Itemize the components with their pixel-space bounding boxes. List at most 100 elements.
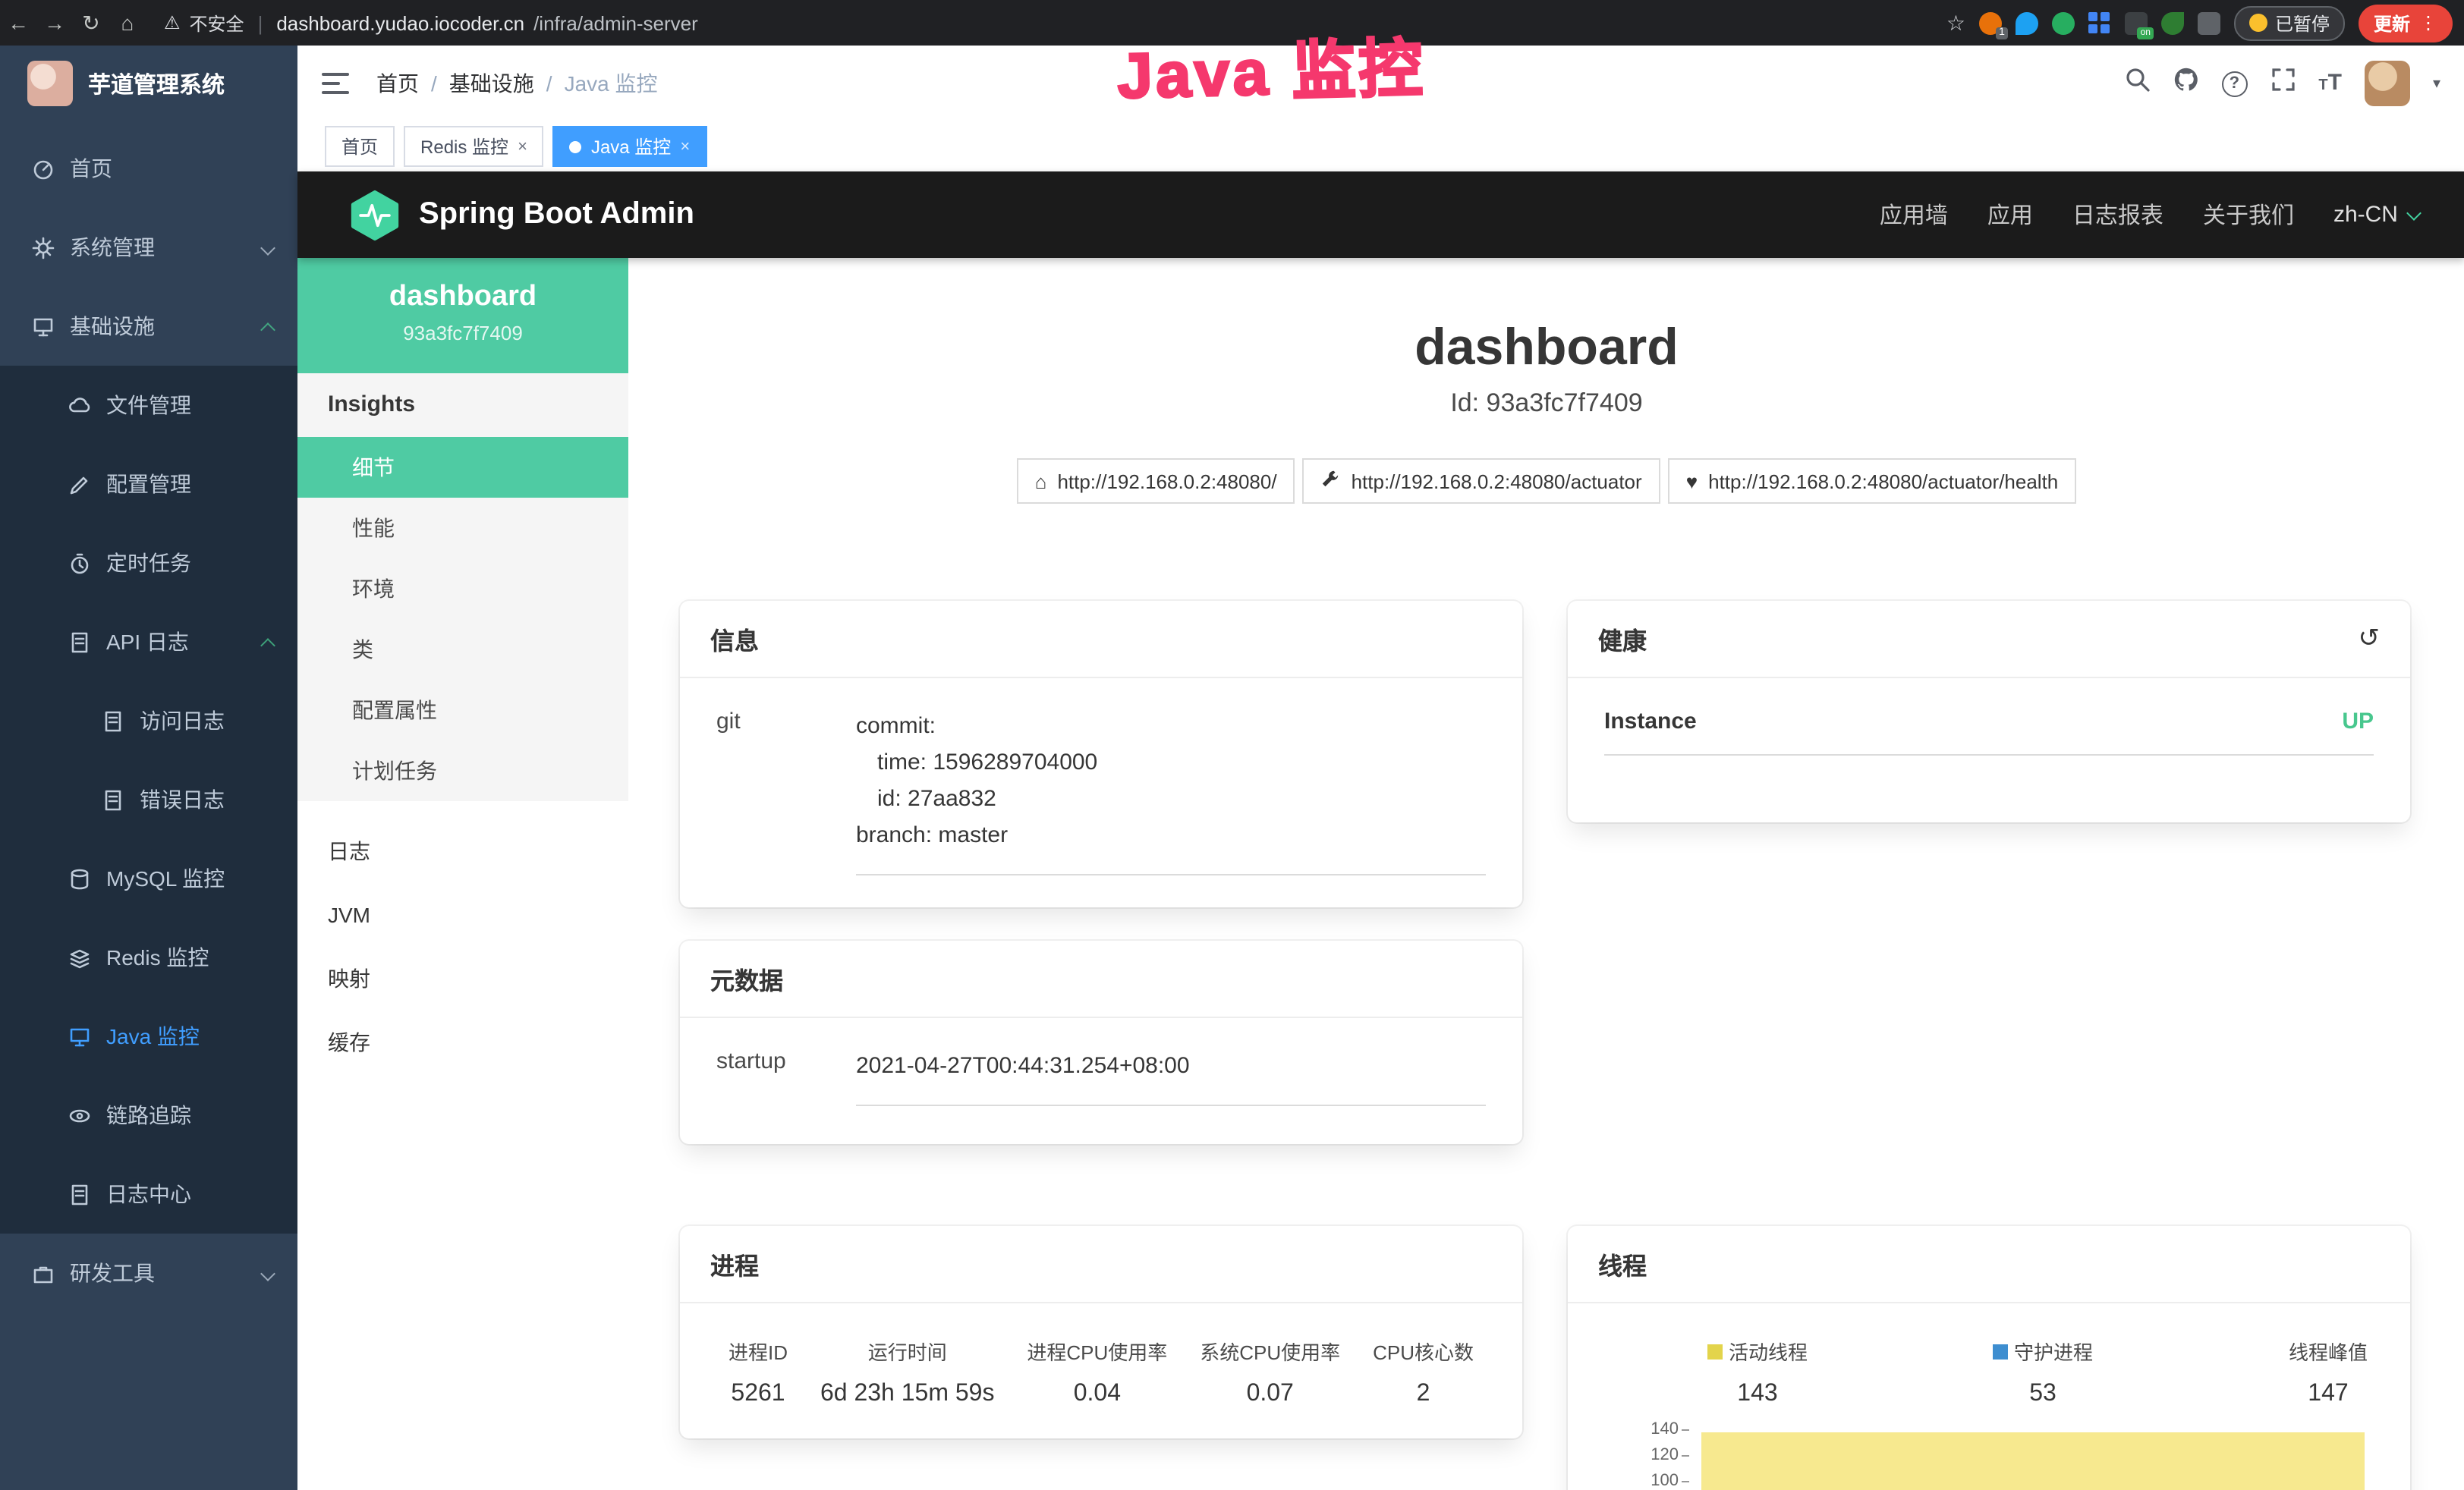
health-url-link[interactable]: ♥ http://192.168.0.2:48080/actuator/heal… <box>1668 458 2077 504</box>
sidebar-item-dev-tools[interactable]: 研发工具 <box>0 1234 297 1312</box>
sidebar-item-label: 定时任务 <box>106 548 191 578</box>
instance-nav-logs[interactable]: 日志 <box>297 819 628 883</box>
user-avatar[interactable] <box>2365 61 2410 106</box>
sidebar-item-api-log[interactable]: API 日志 <box>0 602 297 681</box>
instance-nav-mappings[interactable]: 映射 <box>297 947 628 1011</box>
paused-label: 已暂停 <box>2275 10 2330 36</box>
address-bar[interactable]: ⚠ 不安全 | dashboard.yudao.iocoder.cn/infra… <box>164 10 698 36</box>
sidebar-item-mysql[interactable]: MySQL 监控 <box>0 839 297 918</box>
close-icon[interactable]: × <box>518 137 527 156</box>
process-stat-cpu: 进程CPU使用率 0.04 <box>1027 1337 1167 1408</box>
sba-navbar: Spring Boot Admin 应用墙 应用 日志报表 关于我们 zh-CN <box>297 171 2464 258</box>
chevron-up-icon <box>260 637 275 652</box>
legend-label: 活动线程 <box>1729 1337 1808 1366</box>
bookmark-star-icon[interactable]: ☆ <box>1946 10 1965 36</box>
tab-home[interactable]: 首页 <box>325 126 395 167</box>
fullscreen-icon[interactable] <box>2270 67 2296 100</box>
github-icon[interactable] <box>2173 67 2198 100</box>
stat-label: 进程ID <box>729 1337 788 1366</box>
refresh-icon[interactable]: ↻ <box>73 10 109 36</box>
header-actions: ? TT ▾ <box>2124 61 2464 106</box>
extension-icon-leaf[interactable] <box>2161 11 2184 34</box>
instance-name: dashboard <box>297 281 628 314</box>
instance-nav-properties[interactable]: 配置属性 <box>297 680 628 740</box>
sba-nav-applications[interactable]: 应用 <box>1987 199 2033 231</box>
process-card: 进程 进程ID 5261 运行时间 6d 23h 15m 59s 进程CPU使用… <box>680 1226 1522 1438</box>
back-icon[interactable]: ← <box>0 11 36 35</box>
instance-nav-details[interactable]: 细节 <box>297 437 628 498</box>
stat-value: 0.04 <box>1027 1381 1167 1408</box>
forward-icon[interactable]: → <box>36 11 73 35</box>
instance-nav-environment[interactable]: 环境 <box>297 558 628 619</box>
instance-nav-performance[interactable]: 性能 <box>297 498 628 558</box>
tab-label: Redis 监控 <box>420 134 508 159</box>
sidebar-item-job[interactable]: 定时任务 <box>0 523 297 602</box>
git-commit-id: id: 27aa832 <box>877 786 996 812</box>
actuator-url-link[interactable]: http://192.168.0.2:48080/actuator <box>1303 458 1660 504</box>
breadcrumb-infra[interactable]: 基础设施 <box>449 68 534 99</box>
health-status: UP <box>2342 709 2374 734</box>
sidebar-item-config[interactable]: 配置管理 <box>0 445 297 523</box>
hamburger-icon[interactable] <box>322 73 352 94</box>
instance-nav-scheduled-tasks[interactable]: 计划任务 <box>297 740 628 801</box>
stat-value: 2 <box>1373 1381 1474 1408</box>
chevron-down-icon <box>260 1265 275 1281</box>
sidebar-item-label: 配置管理 <box>106 469 191 499</box>
language-selector[interactable]: zh-CN <box>2333 202 2419 228</box>
app-title: 芋道管理系统 <box>88 68 225 99</box>
kebab-menu-icon: ⋮ <box>2419 12 2437 33</box>
sba-nav-wall[interactable]: 应用墙 <box>1880 199 1948 231</box>
sidebar-item-trace[interactable]: 链路追踪 <box>0 1076 297 1155</box>
url-path: /infra/admin-server <box>533 11 698 34</box>
timer-icon <box>67 551 91 575</box>
update-button[interactable]: 更新 ⋮ <box>2359 4 2453 42</box>
sidebar-item-error-log[interactable]: 错误日志 <box>0 760 297 839</box>
database-icon <box>67 866 91 891</box>
sidebar-item-home[interactable]: 首页 <box>0 129 297 208</box>
tab-java[interactable]: Java 监控 × <box>553 126 706 167</box>
service-url-link[interactable]: ⌂ http://192.168.0.2:48080/ <box>1017 458 1295 504</box>
sba-nav-journal[interactable]: 日志报表 <box>2072 199 2163 231</box>
font-size-icon[interactable]: TT <box>2318 70 2342 97</box>
search-icon[interactable] <box>2124 67 2150 100</box>
sidebar-item-access-log[interactable]: 访问日志 <box>0 681 297 760</box>
instance-nav-classes[interactable]: 类 <box>297 619 628 680</box>
sidebar-item-redis[interactable]: Redis 监控 <box>0 918 297 997</box>
sidebar-item-infra[interactable]: 基础设施 <box>0 287 297 366</box>
sidebar-item-java[interactable]: Java 监控 <box>0 997 297 1076</box>
blue-swatch-icon <box>1993 1344 2008 1359</box>
extension-icon-dark[interactable]: on <box>2125 11 2148 34</box>
sidebar-item-system[interactable]: 系统管理 <box>0 208 297 287</box>
insights-header: Insights <box>297 373 628 437</box>
breadcrumb-home[interactable]: 首页 <box>376 68 419 99</box>
app-logo[interactable]: 芋道管理系统 <box>0 46 297 121</box>
sidebar-item-log-center[interactable]: 日志中心 <box>0 1155 297 1234</box>
sba-brand[interactable]: Spring Boot Admin <box>349 189 694 240</box>
sidebar-item-label: API 日志 <box>106 627 189 657</box>
y-axis-tick: 140 <box>1625 1420 1689 1438</box>
extension-icon-green[interactable] <box>2052 11 2075 34</box>
legend-live-threads: 活动线程 143 <box>1674 1337 1841 1408</box>
instance-header[interactable]: dashboard 93a3fc7f7409 <box>297 258 628 373</box>
paused-badge[interactable]: 已暂停 <box>2234 5 2345 40</box>
history-icon[interactable]: ↺ <box>2359 624 2381 654</box>
instance-nav-caches[interactable]: 缓存 <box>297 1011 628 1074</box>
yellow-swatch-icon <box>1707 1344 1723 1359</box>
extension-icon-grid[interactable] <box>2088 11 2111 34</box>
sidebar-item-label: 访问日志 <box>140 706 225 736</box>
edit-icon <box>67 472 91 496</box>
instance-nav-jvm[interactable]: JVM <box>297 883 628 947</box>
browser-home-icon[interactable]: ⌂ <box>109 11 146 35</box>
close-icon[interactable]: × <box>680 137 690 156</box>
puzzle-icon[interactable] <box>2198 11 2220 34</box>
tab-redis[interactable]: Redis 监控 × <box>404 126 544 167</box>
extension-icon-orange[interactable]: 1 <box>1979 11 2002 34</box>
stat-label: 进程CPU使用率 <box>1027 1337 1167 1366</box>
help-icon[interactable]: ? <box>2221 71 2247 96</box>
sba-nav-about[interactable]: 关于我们 <box>2203 199 2294 231</box>
caret-down-icon[interactable]: ▾ <box>2433 75 2440 92</box>
app-sidebar: 芋道管理系统 首页 系统管理 基础设施 文件管理 <box>0 46 297 1490</box>
sidebar-item-file[interactable]: 文件管理 <box>0 366 297 445</box>
metadata-key: startup <box>716 1048 856 1106</box>
extension-icon-drop[interactable] <box>2016 11 2038 34</box>
